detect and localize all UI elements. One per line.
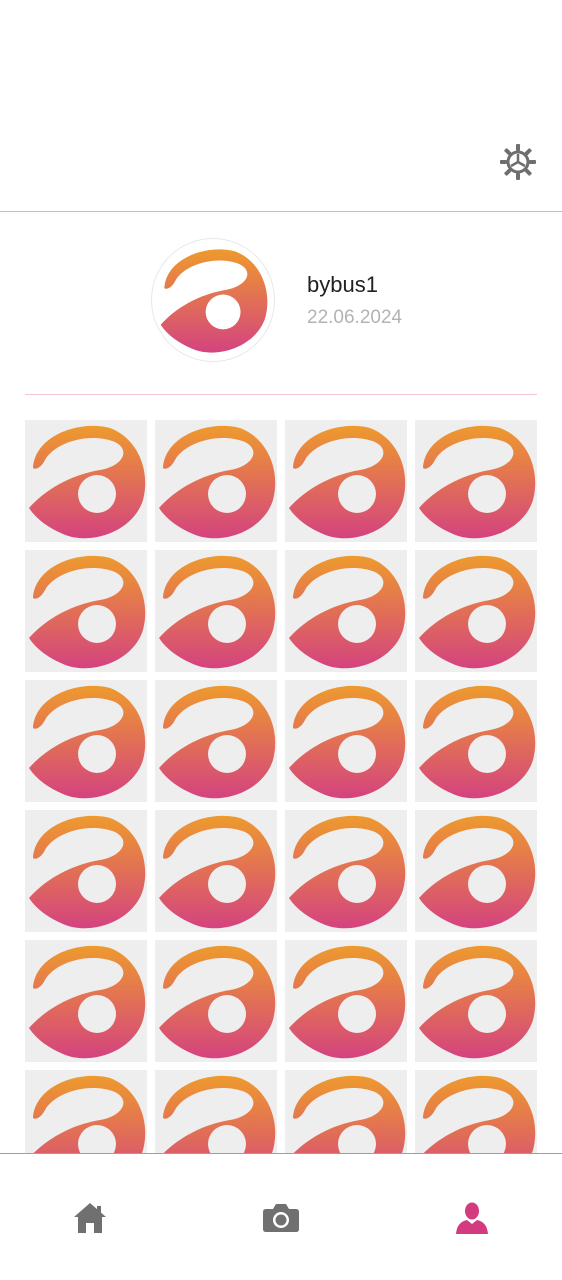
app-logo-icon (289, 945, 406, 1059)
gear-icon (500, 144, 536, 180)
app-logo-icon (289, 555, 406, 669)
app-logo-icon (33, 1075, 146, 1153)
app-logo-icon (29, 945, 146, 1059)
app-logo-icon (29, 815, 146, 929)
app-logo-icon (159, 555, 276, 669)
app-logo-icon (159, 945, 276, 1059)
photo-tile[interactable] (25, 810, 147, 932)
photo-tile[interactable] (155, 940, 277, 1062)
join-date: 22.06.2024 (307, 307, 403, 328)
app-logo-icon (29, 555, 146, 669)
avatar[interactable] (151, 238, 275, 362)
photo-tile[interactable] (285, 680, 407, 802)
settings-button[interactable] (498, 142, 538, 182)
app-logo-icon (289, 425, 406, 539)
photo-tile[interactable] (25, 940, 147, 1062)
photo-tile[interactable] (25, 420, 147, 542)
photo-tile[interactable] (285, 550, 407, 672)
app-logo-icon (289, 815, 406, 929)
photo-tile[interactable] (155, 1070, 277, 1153)
photo-tile[interactable] (25, 550, 147, 672)
person-icon (456, 1202, 488, 1234)
nav-camera[interactable] (261, 1198, 301, 1238)
app-logo-icon (29, 685, 146, 799)
photo-tile[interactable] (155, 550, 277, 672)
photo-tile[interactable] (415, 680, 537, 802)
photo-tile[interactable] (415, 1070, 537, 1153)
app-logo-icon (29, 425, 146, 539)
app-logo-icon (159, 685, 276, 799)
photo-tile[interactable] (155, 810, 277, 932)
bottom-nav (0, 1153, 562, 1280)
camera-icon (263, 1204, 299, 1232)
nav-home[interactable] (70, 1198, 110, 1238)
profile-header: bybus1 22.06.2024 (0, 212, 562, 394)
app-logo-icon (160, 249, 268, 353)
app-logo-icon (419, 685, 536, 799)
photo-tile[interactable] (285, 940, 407, 1062)
photo-grid-viewport[interactable] (0, 395, 562, 1153)
photo-tile[interactable] (285, 420, 407, 542)
photo-tile[interactable] (155, 420, 277, 542)
app-logo-icon (293, 1075, 406, 1153)
photo-tile[interactable] (415, 940, 537, 1062)
photo-tile[interactable] (415, 420, 537, 542)
app-logo-icon (159, 815, 276, 929)
app-logo-icon (419, 815, 536, 929)
nav-profile[interactable] (452, 1198, 492, 1238)
app-logo-icon (163, 1075, 276, 1153)
photo-tile[interactable] (155, 680, 277, 802)
app-logo-icon (419, 945, 536, 1059)
app-logo-icon (289, 685, 406, 799)
photo-tile[interactable] (285, 1070, 407, 1153)
top-bar (0, 0, 562, 212)
app-logo-icon (423, 1075, 536, 1153)
photo-tile[interactable] (25, 680, 147, 802)
app-logo-icon (159, 425, 276, 539)
username: bybus1 (307, 272, 378, 297)
photo-tile[interactable] (415, 810, 537, 932)
app-logo-icon (419, 555, 536, 669)
photo-grid (25, 420, 537, 1153)
app-logo-icon (419, 425, 536, 539)
photo-tile[interactable] (415, 550, 537, 672)
home-icon (74, 1203, 106, 1233)
photo-tile[interactable] (25, 1070, 147, 1153)
photo-tile[interactable] (285, 810, 407, 932)
